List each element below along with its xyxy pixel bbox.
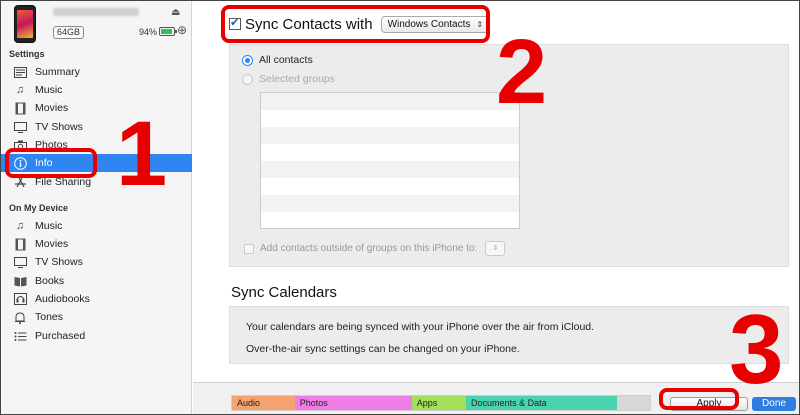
all-contacts-radio[interactable] — [242, 54, 253, 66]
device-item-music[interactable]: ♫ Music — [1, 217, 192, 235]
sidebar-item-label: Music — [35, 220, 63, 232]
device-item-books[interactable]: Books — [1, 272, 192, 290]
settings-section-title: Settings — [9, 49, 45, 59]
sidebar-item-label: Audiobooks — [35, 293, 90, 305]
sidebar-item-label: Purchased — [35, 330, 86, 342]
audiobook-icon — [13, 292, 27, 306]
plus-icon[interactable]: ⊕ — [177, 23, 187, 37]
list-item — [261, 93, 519, 110]
device-item-movies[interactable]: Movies — [1, 235, 192, 253]
callout-number-1: 1 — [116, 103, 168, 205]
sidebar-item-label: Movies — [35, 102, 69, 114]
list-item — [261, 178, 519, 195]
list-item — [261, 161, 519, 178]
film-icon — [13, 101, 27, 115]
callout-box-sync-contacts — [221, 5, 490, 43]
storage-segment-audio: Audio — [232, 396, 295, 410]
selected-groups-option[interactable]: Selected groups — [242, 73, 335, 85]
device-name-blurred — [53, 8, 139, 16]
callout-box-apply — [659, 388, 739, 410]
tv-icon — [13, 120, 27, 134]
music-note-icon: ♫ — [15, 84, 25, 96]
battery-icon — [159, 27, 177, 36]
groups-list[interactable] — [260, 92, 520, 229]
sidebar-item-label: Books — [35, 275, 65, 287]
sidebar-item-label: Music — [35, 84, 63, 96]
add-outside-groups-checkbox[interactable] — [244, 243, 254, 254]
device-item-tv-shows[interactable]: TV Shows — [1, 253, 192, 271]
list-icon — [13, 329, 27, 343]
calendars-info-line-2: Over-the-air sync settings can be change… — [246, 343, 520, 355]
battery-percentage: 94% — [139, 27, 158, 37]
film-icon — [13, 237, 27, 251]
storage-segment-photos: Photos — [294, 396, 412, 410]
callout-number-2: 2 — [496, 21, 548, 123]
sidebar: ⏏ 64GB 94% ⊕ Settings Summary ♫ Music Mo… — [1, 1, 192, 414]
music-note-icon: ♫ — [15, 220, 25, 232]
add-outside-groups-row: Add contacts outside of groups on this i… — [244, 241, 506, 256]
sidebar-item-label: TV Shows — [35, 256, 83, 268]
capacity-badge: 64GB — [53, 26, 85, 39]
list-item — [261, 195, 519, 212]
selected-groups-label: Selected groups — [259, 73, 335, 85]
bell-icon — [13, 310, 27, 324]
calendars-info-line-1: Your calendars are being synced with you… — [246, 321, 595, 333]
all-contacts-label: All contacts — [259, 54, 313, 66]
iphone-thumbnail-icon — [14, 5, 36, 43]
sidebar-item-summary[interactable]: Summary — [1, 63, 192, 81]
storage-segment-free — [616, 396, 650, 410]
callout-box-info — [5, 148, 97, 178]
sync-calendars-title: Sync Calendars — [231, 284, 337, 301]
sidebar-item-label: Movies — [35, 238, 69, 250]
book-icon — [13, 274, 27, 288]
list-item — [261, 110, 519, 127]
device-header[interactable]: ⏏ 64GB 94% ⊕ — [1, 1, 192, 45]
list-item — [261, 144, 519, 161]
storage-segment-documents: Documents & Data — [466, 396, 617, 410]
storage-usage-bar: Audio Photos Apps Documents & Data — [231, 395, 651, 411]
device-item-tones[interactable]: Tones — [1, 308, 192, 326]
sidebar-item-label: Tones — [35, 311, 64, 323]
sidebar-item-label: TV Shows — [35, 121, 83, 133]
device-item-audiobooks[interactable]: Audiobooks — [1, 290, 192, 308]
on-my-device-section-title: On My Device — [9, 203, 69, 213]
sidebar-item-label: Summary — [35, 66, 80, 78]
calendars-info-panel: Your calendars are being synced with you… — [229, 306, 789, 364]
selected-groups-radio[interactable] — [242, 73, 253, 85]
list-item — [261, 212, 519, 229]
tv-icon — [13, 255, 27, 269]
storage-segment-apps: Apps — [411, 396, 467, 410]
device-item-purchased[interactable]: Purchased — [1, 327, 192, 345]
callout-number-3: 3 — [729, 294, 784, 404]
eject-icon[interactable]: ⏏ — [171, 7, 180, 18]
summary-icon — [13, 65, 27, 79]
all-contacts-option[interactable]: All contacts — [242, 54, 313, 66]
sidebar-item-music[interactable]: ♫ Music — [1, 81, 192, 99]
add-outside-groups-label: Add contacts outside of groups on this i… — [260, 243, 478, 254]
add-outside-groups-select[interactable]: ⇕ — [485, 241, 506, 256]
list-item — [261, 127, 519, 144]
